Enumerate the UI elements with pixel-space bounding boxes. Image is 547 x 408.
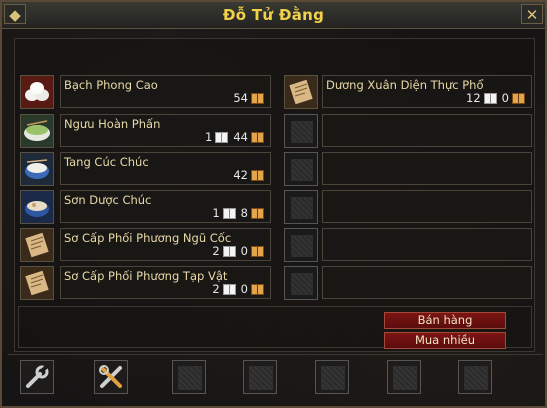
list-item[interactable]: Dương Xuân Diện Thực Phổ 12 0 bbox=[322, 75, 532, 108]
list-item[interactable]: Bạch Phong Cao 54 bbox=[60, 75, 271, 108]
item-name: Dương Xuân Diện Thực Phổ bbox=[326, 78, 484, 92]
white-book-icon bbox=[222, 207, 236, 219]
empty-tool-slot[interactable] bbox=[243, 360, 277, 394]
item-quantity: 1 8 bbox=[212, 206, 264, 220]
list-item[interactable]: Sơn Dược Chúc 1 8 bbox=[60, 190, 271, 223]
recipe-scroll-icon[interactable] bbox=[20, 228, 54, 262]
brown-book-icon bbox=[251, 169, 264, 181]
rice-cake-icon[interactable] bbox=[20, 75, 54, 109]
shop-window: ◆ Đỗ Tử Đằng ✕ Bạch Phong Cao 54 Ngưu Ho… bbox=[0, 0, 547, 408]
white-book-icon bbox=[222, 245, 236, 257]
brown-book-icon bbox=[251, 92, 264, 104]
brown-book-icon bbox=[251, 245, 264, 257]
empty-slot[interactable] bbox=[284, 152, 318, 186]
empty-list-item bbox=[322, 152, 532, 185]
item-name: Sơ Cấp Phối Phương Ngũ Cốc bbox=[64, 231, 232, 245]
item-quantity: 1 44 bbox=[205, 130, 264, 144]
empty-list-item bbox=[322, 190, 532, 223]
empty-tool-slot[interactable] bbox=[458, 360, 492, 394]
wrench-icon[interactable] bbox=[20, 360, 54, 394]
recipe-scroll-icon[interactable] bbox=[284, 75, 318, 109]
title-bar: ◆ Đỗ Tử Đằng ✕ bbox=[2, 2, 545, 29]
item-name: Ngưu Hoàn Phấn bbox=[64, 117, 161, 131]
list-item[interactable]: Tang Cúc Chúc 42 bbox=[60, 152, 271, 185]
item-quantity: 12 0 bbox=[466, 91, 525, 105]
empty-tool-slot[interactable] bbox=[315, 360, 349, 394]
empty-slot[interactable] bbox=[284, 190, 318, 224]
empty-list-item bbox=[322, 266, 532, 299]
item-name: Sơn Dược Chúc bbox=[64, 193, 152, 207]
sell-button[interactable]: Bán hàng bbox=[384, 312, 506, 329]
item-name: Sơ Cấp Phối Phương Tạp Vật bbox=[64, 269, 228, 283]
item-name: Bạch Phong Cao bbox=[64, 78, 158, 92]
porridge-bowl-icon[interactable] bbox=[20, 152, 54, 186]
empty-slot[interactable] bbox=[284, 228, 318, 262]
empty-tool-slot[interactable] bbox=[172, 360, 206, 394]
item-name: Tang Cúc Chúc bbox=[64, 155, 149, 169]
item-quantity: 54 bbox=[233, 91, 264, 105]
yam-porridge-icon[interactable] bbox=[20, 190, 54, 224]
item-quantity: 42 bbox=[233, 168, 264, 182]
empty-list-item bbox=[322, 228, 532, 261]
white-book-icon bbox=[483, 92, 497, 104]
brown-book-icon bbox=[512, 92, 525, 104]
empty-list-item bbox=[322, 114, 532, 147]
recipe-scroll-icon[interactable] bbox=[20, 266, 54, 300]
buy-many-button[interactable]: Mua nhiều bbox=[384, 332, 506, 349]
close-icon[interactable]: ✕ bbox=[521, 4, 543, 24]
item-quantity: 2 0 bbox=[212, 282, 264, 296]
empty-tool-slot[interactable] bbox=[387, 360, 421, 394]
white-book-icon bbox=[215, 131, 229, 143]
empty-slot[interactable] bbox=[284, 266, 318, 300]
repair-tools-icon[interactable] bbox=[94, 360, 128, 394]
list-item[interactable]: Sơ Cấp Phối Phương Ngũ Cốc 2 0 bbox=[60, 228, 271, 261]
brown-book-icon bbox=[251, 131, 264, 143]
noodle-bowl-icon[interactable] bbox=[20, 114, 54, 148]
window-title: Đỗ Tử Đằng bbox=[222, 6, 325, 24]
item-quantity: 2 0 bbox=[212, 244, 264, 258]
brown-book-icon bbox=[251, 283, 264, 295]
brown-book-icon bbox=[251, 207, 264, 219]
empty-slot[interactable] bbox=[284, 114, 318, 148]
list-item[interactable]: Ngưu Hoàn Phấn 1 44 bbox=[60, 114, 271, 147]
list-item[interactable]: Sơ Cấp Phối Phương Tạp Vật 2 0 bbox=[60, 266, 271, 299]
white-book-icon bbox=[222, 283, 236, 295]
